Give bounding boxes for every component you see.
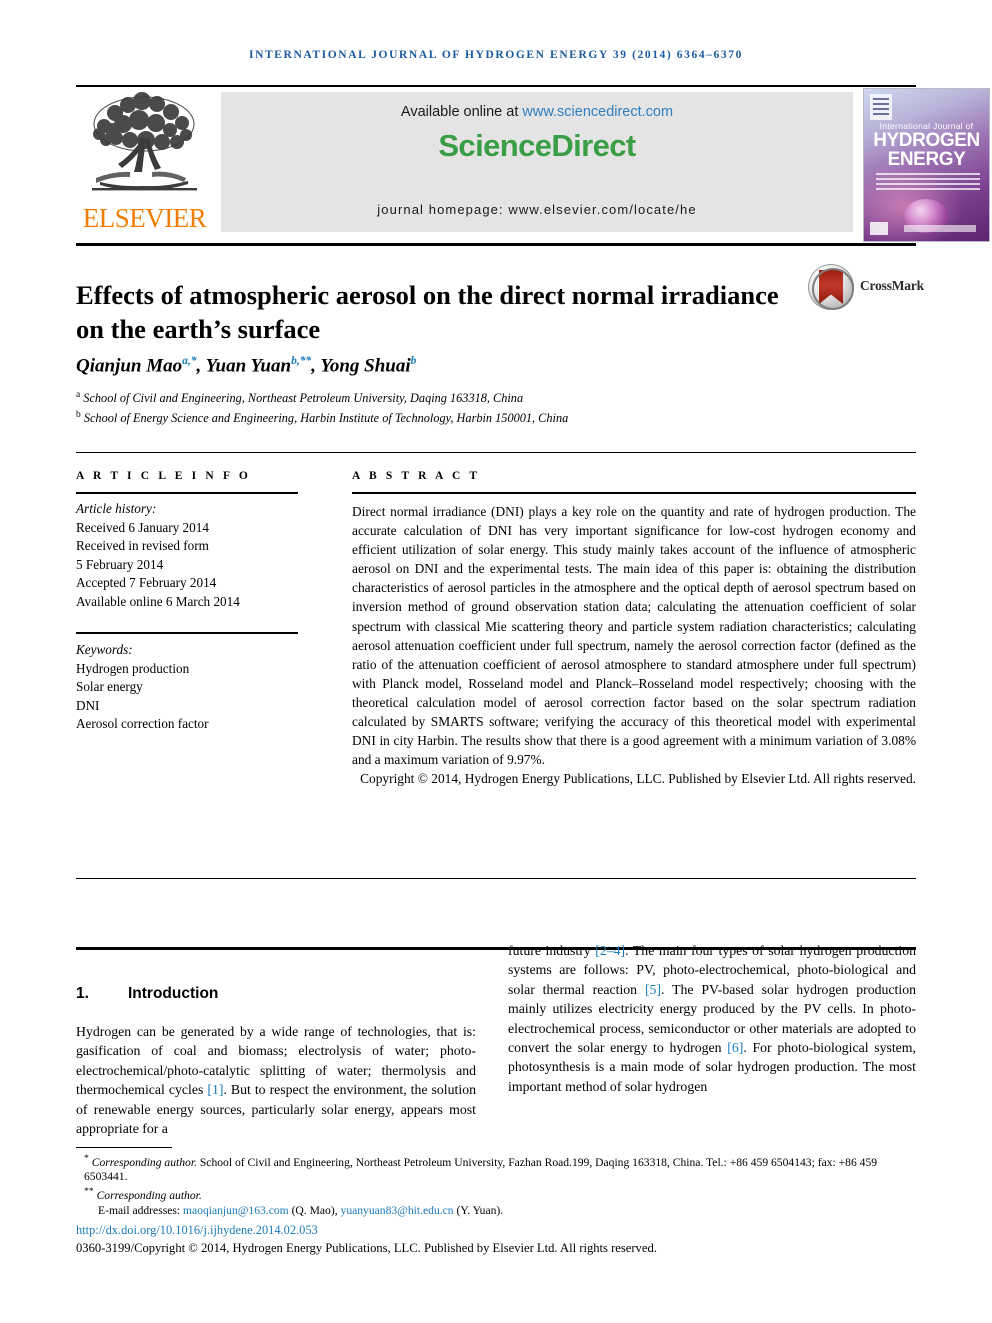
elsevier-tree-icon (92, 92, 197, 191)
elsevier-wordmark: ELSEVIER (82, 203, 207, 233)
available-online-text: Available online at (400, 104, 523, 120)
journal-homepage-line[interactable]: journal homepage: www.elsevier.com/locat… (221, 202, 853, 217)
sciencedirect-url-link[interactable]: www.sciencedirect.com (522, 104, 673, 120)
footnote-block: * Corresponding author. School of Civil … (76, 1152, 916, 1218)
section-number: 1. (76, 985, 89, 1002)
crossmark-badge[interactable]: CrossMark (808, 264, 924, 314)
elsevier-logo: ELSEVIER (76, 90, 213, 240)
abstract-block: Direct normal irradiance (DNI) plays a k… (352, 502, 916, 788)
email-addresses-note[interactable]: E-mail addresses: maoqianjun@163.com (Q.… (76, 1204, 916, 1219)
available-online-line: Available online at www.sciencedirect.co… (221, 104, 853, 120)
keyword-item: DNI (76, 697, 100, 713)
intro-paragraph-right: future industry [2–4]. The main four typ… (508, 943, 917, 1094)
affiliation-text: School of Energy Science and Engineering… (83, 410, 569, 425)
hardcover-mark-icon (870, 222, 888, 235)
doi-link[interactable]: http://dx.doi.org/10.1016/j.ijhydene.201… (76, 1223, 318, 1238)
footnote-rule (76, 1147, 172, 1149)
history-item: Received in revised form (76, 538, 209, 554)
article-info-rule (76, 492, 298, 494)
abstract-block-bottom-rule (76, 878, 916, 879)
affiliation-text: School of Civil and Engineering, Northea… (83, 391, 524, 406)
author-list: Qianjun Maoa,*, Yuan Yuanb,**, Yong Shua… (76, 355, 417, 377)
corresponding-author-note-1: * Corresponding author. School of Civil … (84, 1153, 878, 1184)
paper-page: International Journal of Hydrogen Energy… (0, 0, 992, 1323)
abstract-heading: A B S T R A C T (352, 470, 481, 482)
elsevier-mark-icon (870, 94, 892, 120)
affiliation-marker: b (76, 409, 81, 420)
article-history: Article history: Received 6 January 2014… (76, 500, 306, 612)
body-column-left: Hydrogen can be generated by a wide rang… (76, 1022, 476, 1138)
history-item: Accepted 7 February 2014 (76, 575, 217, 591)
cover-footer-marks (870, 221, 983, 237)
cover-title-line1: HYDROGEN (873, 130, 980, 151)
keyword-item: Hydrogen production (76, 660, 190, 676)
abstract-rule (352, 492, 916, 494)
crossmark-logo-icon (808, 264, 854, 310)
keyword-item: Aerosol correction factor (76, 716, 209, 732)
abstract-body: Direct normal irradiance (DNI) plays a k… (352, 504, 916, 768)
running-head: International Journal of Hydrogen Energy… (249, 49, 743, 61)
affiliation-item: b School of Energy Science and Engineeri… (76, 407, 856, 427)
body-column-right: future industry [2–4]. The main four typ… (508, 941, 916, 1096)
abstract-copyright: Copyright © 2014, Hydrogen Energy Public… (360, 771, 916, 787)
intro-paragraph-left: Hydrogen can be generated by a wide rang… (76, 1024, 476, 1137)
cover-main-title: HYDROGEN ENERGY (864, 131, 989, 169)
cover-title-line2: ENERGY (887, 149, 966, 170)
sciencedirect-banner: Available online at www.sciencedirect.co… (221, 92, 853, 232)
issn-copyright-line: 0360-3199/Copyright © 2014, Hydrogen Ene… (76, 1241, 657, 1255)
crossmark-label: CrossMark (860, 278, 924, 293)
article-history-label: Article history: (76, 501, 157, 516)
article-info-heading: A R T I C L E I N F O (76, 470, 251, 482)
corresponding-author-note-2: ** Corresponding author. (84, 1186, 202, 1202)
history-item: 5 February 2014 (76, 556, 164, 572)
keywords-rule (76, 632, 298, 634)
section-title: Introduction (128, 985, 219, 1002)
sciencedirect-wordmark: ScienceDirect (438, 128, 636, 163)
masthead: ELSEVIER Available online at www.science… (76, 88, 990, 242)
history-item: Available online 6 March 2014 (76, 593, 240, 609)
journal-cover-thumbnail[interactable]: International Journal of HYDROGEN ENERGY (863, 88, 990, 242)
keywords-label: Keywords: (76, 642, 133, 657)
affiliation-marker: a (76, 390, 81, 400)
cover-editor-lines (876, 173, 980, 193)
history-item: Received 6 January 2014 (76, 519, 209, 535)
sciencedirect-mark-icon (904, 225, 976, 232)
affiliation-list: a School of Civil and Engineering, North… (76, 387, 856, 426)
affiliation-item: a School of Civil and Engineering, North… (76, 387, 856, 407)
masthead-bottom-rule (76, 243, 916, 246)
keywords-block: Keywords: Hydrogen production Solar ener… (76, 641, 306, 734)
abstract-block-top-rule (76, 452, 916, 453)
keyword-item: Solar energy (76, 679, 143, 695)
crossmark-ring-shape (812, 268, 854, 310)
page-title: Effects of atmospheric aerosol on the di… (76, 279, 779, 344)
